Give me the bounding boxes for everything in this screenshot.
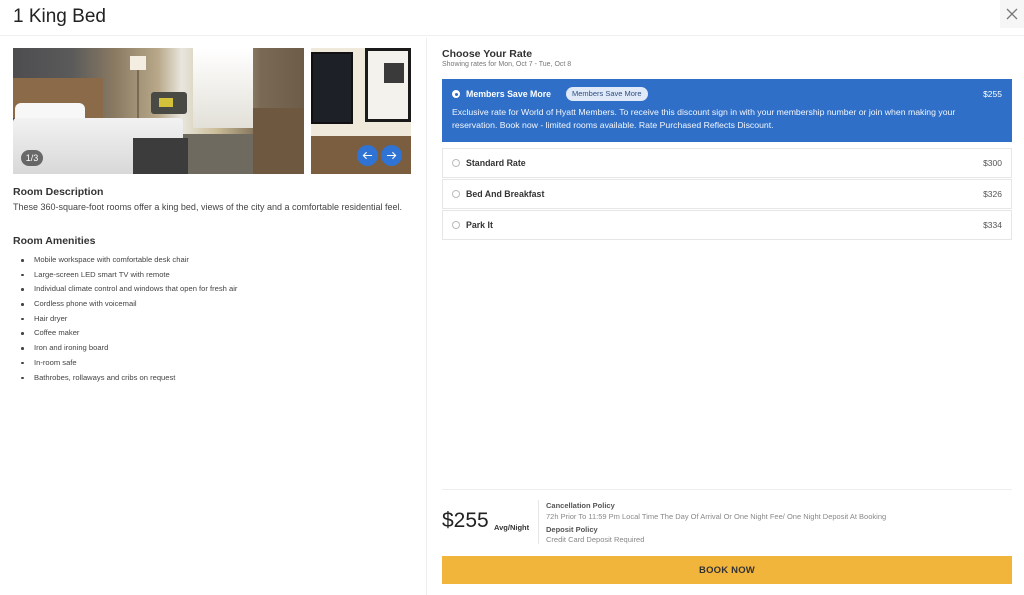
amenity-label: Bathrobes, rollaways and cribs on reques… bbox=[34, 372, 176, 382]
photo-detail bbox=[365, 48, 411, 122]
deposit-policy-text: Credit Card Deposit Required bbox=[546, 535, 645, 544]
photo-detail bbox=[193, 48, 253, 128]
amenity-item: Cordless phone with voicemail bbox=[13, 297, 411, 312]
gallery-next-button[interactable] bbox=[381, 145, 402, 166]
policy-divider bbox=[538, 500, 539, 544]
rate-selection: Choose Your Rate Showing rates for Mon, … bbox=[442, 48, 1012, 240]
rate-radio[interactable] bbox=[452, 159, 460, 167]
rate-name: Members Save More bbox=[466, 89, 552, 99]
rate-option-standard[interactable]: Standard Rate $300 bbox=[442, 148, 1012, 178]
rate-option-park-it[interactable]: Park It $334 bbox=[442, 210, 1012, 240]
amenity-label: Large-screen LED smart TV with remote bbox=[34, 269, 170, 279]
bullet bbox=[21, 288, 24, 291]
rate-name: Bed And Breakfast bbox=[466, 189, 545, 199]
amenity-item: Coffee maker bbox=[13, 326, 411, 341]
room-description-title: Room Description bbox=[13, 186, 104, 198]
rate-radio[interactable] bbox=[452, 221, 460, 229]
amenity-item: Mobile workspace with comfortable desk c… bbox=[13, 253, 411, 268]
bullet bbox=[21, 376, 24, 379]
amenity-item: Iron and ironing board bbox=[13, 341, 411, 356]
bullet bbox=[21, 303, 24, 306]
close-icon bbox=[1006, 8, 1018, 20]
photo-gallery: 1/3 bbox=[13, 48, 411, 174]
amenity-item: In-room safe bbox=[13, 356, 411, 371]
close-button[interactable] bbox=[1000, 0, 1024, 28]
amenity-label: Cordless phone with voicemail bbox=[34, 299, 137, 309]
bullet bbox=[21, 347, 24, 350]
members-badge: Members Save More bbox=[566, 87, 648, 101]
amenity-label: Mobile workspace with comfortable desk c… bbox=[34, 255, 189, 264]
rate-price: $334 bbox=[983, 220, 1002, 230]
rate-description: Exclusive rate for World of Hyatt Member… bbox=[452, 107, 956, 130]
bullet bbox=[21, 273, 24, 277]
rate-name: Park It bbox=[466, 220, 493, 230]
column-divider bbox=[426, 38, 427, 595]
room-amenities-title: Room Amenities bbox=[13, 235, 96, 247]
arrow-left-icon bbox=[362, 151, 373, 160]
bullet bbox=[21, 332, 24, 335]
deposit-policy-label: Deposit Policy bbox=[546, 525, 598, 534]
price-unit: Avg/Night bbox=[494, 523, 530, 532]
modal-header: 1 King Bed bbox=[0, 0, 1024, 36]
choose-rate-title: Choose Your Rate bbox=[442, 48, 533, 60]
bullet bbox=[21, 317, 24, 321]
photo-counter: 1/3 bbox=[21, 150, 43, 166]
room-title: 1 King Bed bbox=[13, 6, 106, 27]
amenity-item: Large-screen LED smart TV with remote bbox=[13, 268, 411, 283]
room-details: 1/3 Room Description These 360-square-fo… bbox=[13, 48, 411, 385]
rate-date-range: Showing rates for Mon, Oct 7 - Tue, Oct … bbox=[442, 61, 572, 68]
amenity-label: Hair dryer bbox=[34, 313, 68, 323]
amenity-label: In-room safe bbox=[34, 357, 77, 367]
amenity-label: Iron and ironing board bbox=[34, 343, 109, 353]
amenity-item: Bathrobes, rollaways and cribs on reques… bbox=[13, 371, 411, 386]
amenity-label: Individual climate control and windows t… bbox=[34, 284, 238, 294]
rate-price: $300 bbox=[983, 158, 1002, 168]
rate-name: Standard Rate bbox=[466, 158, 526, 168]
bullet bbox=[21, 259, 24, 262]
amenities-list: Mobile workspace with comfortable desk c… bbox=[13, 253, 411, 385]
gallery-prev-button[interactable] bbox=[357, 145, 378, 166]
cancellation-policy-label: Cancellation Policy bbox=[546, 501, 615, 510]
photo-detail bbox=[384, 63, 404, 83]
footer-divider bbox=[442, 489, 1012, 490]
book-now-button[interactable]: BOOK NOW bbox=[442, 556, 1012, 584]
photo-detail bbox=[253, 108, 304, 174]
photo-detail bbox=[311, 52, 353, 124]
amenity-label: Coffee maker bbox=[34, 328, 80, 338]
rate-price: $326 bbox=[983, 189, 1002, 199]
cancellation-policy-text: 72h Prior To 11:59 Pm Local Time The Day… bbox=[546, 512, 887, 521]
photo-detail bbox=[159, 98, 173, 107]
rate-price: $255 bbox=[983, 89, 1002, 99]
amenity-item: Individual climate control and windows t… bbox=[13, 282, 411, 297]
photo-detail bbox=[133, 138, 188, 174]
rate-option-bed-and-breakfast[interactable]: Bed And Breakfast $326 bbox=[442, 179, 1012, 209]
rate-option-members-save-more[interactable]: Members Save More Members Save More $255… bbox=[442, 79, 1012, 142]
arrow-right-icon bbox=[386, 151, 397, 160]
rate-radio[interactable] bbox=[452, 90, 460, 98]
summary-price: $255 bbox=[442, 509, 489, 532]
bullet bbox=[21, 361, 24, 365]
rate-radio[interactable] bbox=[452, 190, 460, 198]
room-photo-main[interactable]: 1/3 bbox=[13, 48, 304, 174]
photo-detail bbox=[130, 56, 146, 70]
room-description: These 360-square-foot rooms offer a king… bbox=[13, 202, 403, 212]
amenity-item: Hair dryer bbox=[13, 312, 411, 327]
